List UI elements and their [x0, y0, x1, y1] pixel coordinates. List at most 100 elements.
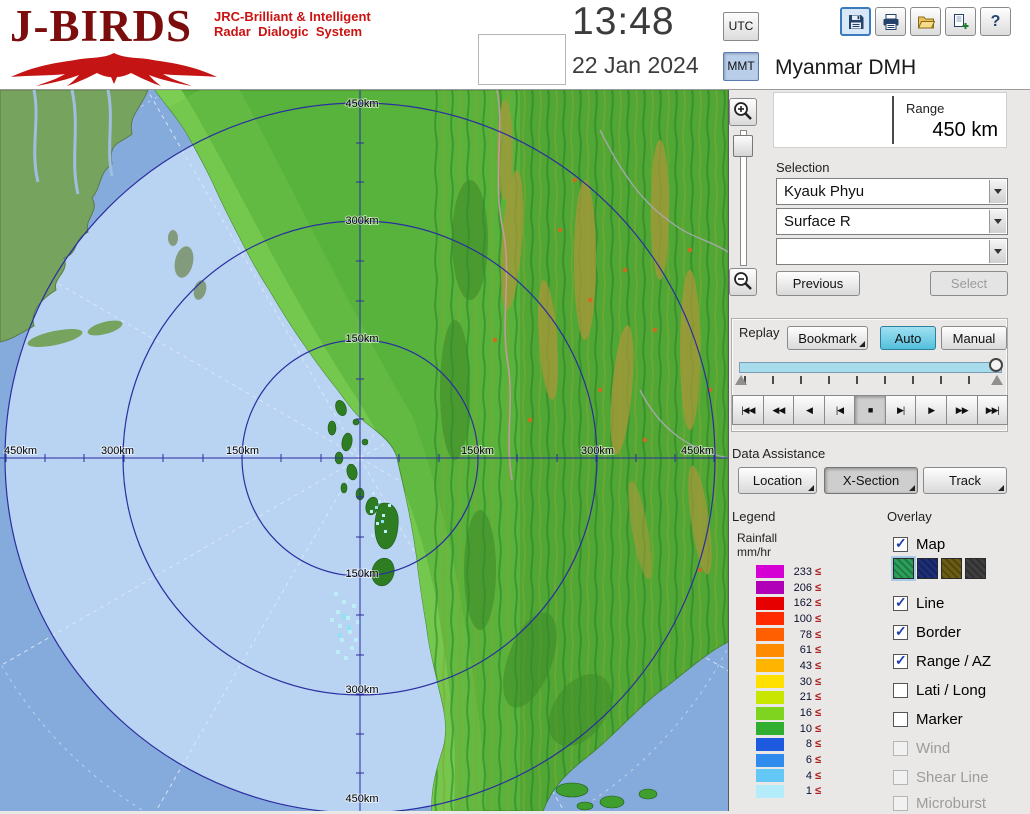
stop-button[interactable]: ■ — [854, 395, 886, 425]
toolbar: ? — [840, 7, 1011, 36]
select-button[interactable]: Select — [930, 271, 1008, 296]
map-style-swatch[interactable] — [917, 558, 938, 579]
svg-text:300km: 300km — [101, 445, 134, 457]
bookmark-button[interactable]: Bookmark — [787, 326, 868, 350]
legend-color-swatch — [756, 597, 784, 610]
overlay-item-map[interactable]: Map — [893, 533, 945, 555]
checkbox — [893, 770, 908, 785]
svg-text:450km: 450km — [681, 445, 714, 457]
xsection-button[interactable]: X-Section — [824, 467, 918, 494]
open-file-button[interactable] — [910, 7, 941, 36]
floppy-disk-icon — [847, 13, 865, 31]
app-logo-title: J-BIRDS — [10, 0, 192, 52]
legend-label: Legend — [732, 509, 775, 524]
svg-text:450km: 450km — [345, 98, 378, 110]
legend-row: 78≤ — [737, 627, 821, 643]
mmt-toggle-button[interactable]: MMT — [723, 52, 759, 81]
overlay-item-line[interactable]: Line — [893, 592, 944, 614]
zoom-out-button[interactable] — [729, 268, 757, 296]
replay-label: Replay — [739, 325, 779, 340]
help-button[interactable]: ? — [980, 7, 1011, 36]
overlay-item-shear-line: Shear Line — [893, 766, 989, 788]
clock-time: 13:48 — [572, 0, 675, 44]
zoom-slider-handle[interactable] — [733, 135, 753, 157]
chevron-down-icon[interactable] — [989, 240, 1006, 263]
checkbox[interactable] — [893, 712, 908, 727]
zoom-in-button[interactable] — [729, 98, 757, 126]
play-button[interactable]: ▶ — [915, 395, 947, 425]
legend-row: 10≤ — [737, 721, 821, 737]
legend-color-swatch — [756, 785, 784, 798]
step-back-button[interactable]: |◀ — [824, 395, 856, 425]
map-style-swatch[interactable] — [941, 558, 962, 579]
checkbox[interactable] — [893, 596, 908, 611]
map-style-swatch[interactable] — [965, 558, 986, 579]
previous-button[interactable]: Previous — [776, 271, 860, 296]
step-forward-button[interactable]: ▶| — [885, 395, 917, 425]
print-button[interactable] — [875, 7, 906, 36]
play-reverse-button[interactable]: ◀ — [793, 395, 825, 425]
manual-mode-button[interactable]: Manual — [941, 326, 1007, 350]
checkbox[interactable] — [893, 654, 908, 669]
legend-color-swatch — [756, 675, 784, 688]
svg-text:300km: 300km — [345, 684, 378, 696]
legend-color-swatch — [756, 565, 784, 578]
aux-display-box — [478, 34, 566, 85]
legend-color-swatch — [756, 738, 784, 751]
skip-to-end-button[interactable]: ▶▶| — [977, 395, 1009, 425]
fast-forward-button[interactable]: ▶▶ — [946, 395, 978, 425]
legend-scale: 233≤ 206≤ 162≤ 100≤ 78≤ 61≤ 43≤ 30≤ 21≤ … — [737, 564, 821, 799]
folder-icon — [917, 13, 935, 31]
svg-text:300km: 300km — [581, 445, 614, 457]
fast-rewind-button[interactable]: ◀◀ — [763, 395, 795, 425]
track-button[interactable]: Track — [923, 467, 1007, 494]
extra-dropdown[interactable] — [776, 238, 1008, 265]
overlay-item-marker[interactable]: Marker — [893, 708, 963, 730]
location-button[interactable]: Location — [738, 467, 817, 494]
divider — [892, 96, 894, 144]
legend-row: 21≤ — [737, 690, 821, 706]
chevron-down-icon[interactable] — [989, 210, 1006, 233]
utc-toggle-button[interactable]: UTC — [723, 12, 759, 41]
overlay-item-border[interactable]: Border — [893, 621, 961, 643]
legend-row: 1≤ — [737, 784, 821, 800]
radar-map[interactable]: 450km 300km 150km 150km 300km 450km 450k… — [0, 90, 728, 811]
site-dropdown[interactable]: Kyauk Phyu — [776, 178, 1008, 205]
timeline-start-marker[interactable] — [735, 375, 747, 385]
selection-label: Selection — [776, 160, 829, 175]
svg-text:150km: 150km — [461, 445, 494, 457]
export-button[interactable] — [945, 7, 976, 36]
timeline-position-knob[interactable] — [989, 358, 1003, 372]
svg-text:450km: 450km — [345, 793, 378, 805]
range-display: Range 450 km — [773, 92, 1007, 148]
map-color-swatches — [893, 558, 986, 579]
legend-color-swatch — [756, 581, 784, 594]
svg-text:300km: 300km — [345, 215, 378, 227]
legend-color-swatch — [756, 628, 784, 641]
station-title: Myanmar DMH — [775, 56, 916, 80]
skip-to-start-button[interactable]: |◀◀ — [732, 395, 764, 425]
question-mark-icon: ? — [991, 13, 1001, 31]
overlay-label: Overlay — [887, 509, 932, 524]
auto-mode-button[interactable]: Auto — [880, 326, 936, 350]
checkbox[interactable] — [893, 625, 908, 640]
overlay-item-lati-long[interactable]: Lati / Long — [893, 679, 986, 701]
map-style-swatch[interactable] — [893, 558, 914, 579]
chevron-down-icon[interactable] — [989, 180, 1006, 203]
checkbox[interactable] — [893, 683, 908, 698]
checkbox[interactable] — [893, 537, 908, 552]
legend-color-swatch — [756, 659, 784, 672]
replay-timeline-track[interactable] — [739, 362, 1002, 373]
app-logo-subtitle: JRC-Brilliant & IntelligentRadar Dialogi… — [214, 9, 371, 39]
legend-row: 30≤ — [737, 674, 821, 690]
eagle-logo-icon — [6, 50, 222, 91]
export-page-plus-icon — [952, 13, 970, 31]
overlay-item-range-az[interactable]: Range / AZ — [893, 650, 991, 672]
product-dropdown[interactable]: Surface R — [776, 208, 1008, 235]
clock-date: 22 Jan 2024 — [572, 52, 699, 79]
printer-icon — [882, 13, 900, 31]
replay-group: Replay Bookmark Auto Manual |◀◀ ◀◀ ◀ |◀ … — [731, 318, 1008, 432]
checkbox — [893, 741, 908, 756]
save-button[interactable] — [840, 7, 871, 36]
timeline-end-marker[interactable] — [991, 375, 1003, 385]
